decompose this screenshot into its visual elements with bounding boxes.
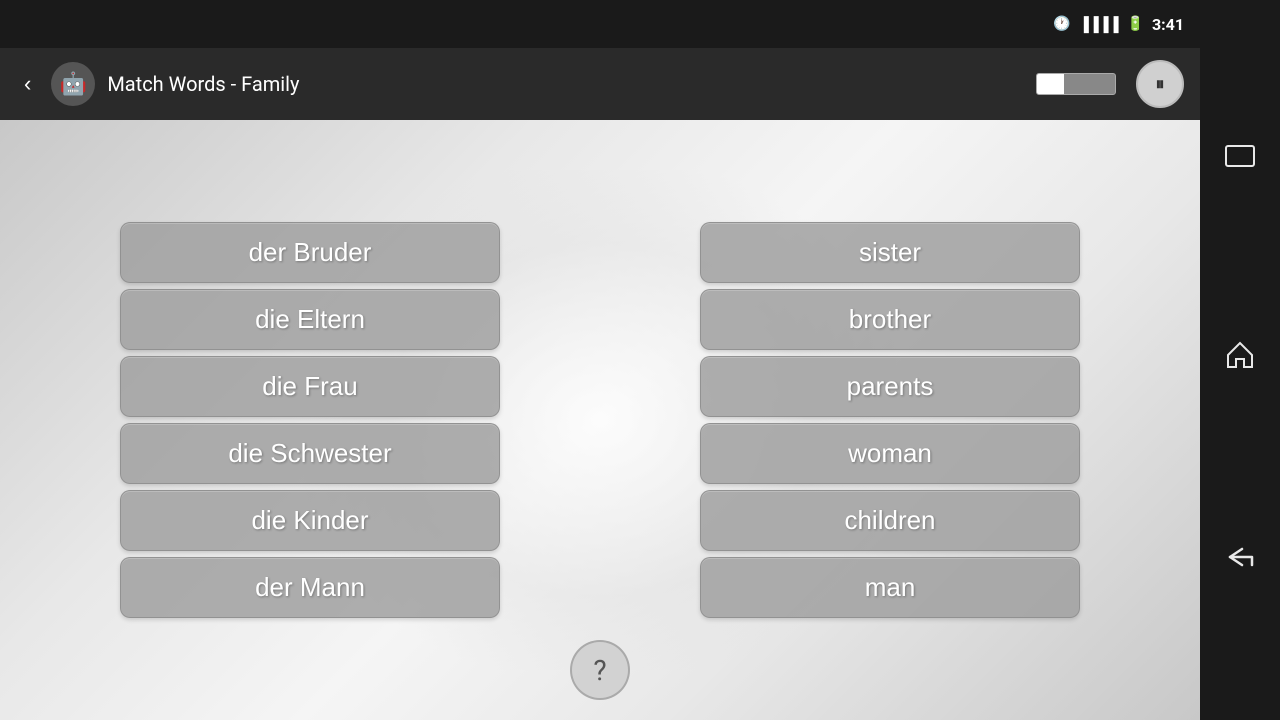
app-icon-emoji: 🤖 (60, 72, 87, 97)
time-display: 3:41 (1152, 15, 1184, 34)
app-title: Match Words - Family (107, 72, 1024, 96)
english-word-button[interactable]: brother (700, 289, 1080, 350)
alarm-icon: 🕐 (1053, 16, 1070, 32)
help-button[interactable]: ? (570, 640, 630, 700)
back-button[interactable]: ‹ (16, 67, 39, 101)
english-word-button[interactable]: sister (700, 222, 1080, 283)
german-word-button[interactable]: die Frau (120, 356, 500, 417)
progress-bar-fill (1037, 74, 1064, 94)
german-word-column: der Bruderdie Elterndie Fraudie Schweste… (120, 222, 500, 618)
game-area: der Bruderdie Elterndie Fraudie Schweste… (0, 120, 1200, 720)
main-area: 🕐 ▐▐▐▐ 🔋 3:41 ‹ 🤖 Match Words - Family ⏸… (0, 0, 1200, 720)
app-icon: 🤖 (51, 62, 95, 106)
pause-button[interactable]: ⏸ (1136, 60, 1184, 108)
home-button[interactable] (1224, 339, 1256, 378)
progress-bar (1036, 73, 1116, 95)
nav-bar: ‹ 🤖 Match Words - Family ⏸ (0, 48, 1200, 120)
german-word-button[interactable]: der Mann (120, 557, 500, 618)
german-word-button[interactable]: der Bruder (120, 222, 500, 283)
english-word-button[interactable]: man (700, 557, 1080, 618)
german-word-button[interactable]: die Schwester (120, 423, 500, 484)
status-bar: 🕐 ▐▐▐▐ 🔋 3:41 (0, 0, 1200, 48)
english-word-column: sisterbrotherparentswomanchildrenman (700, 222, 1080, 618)
signal-icon: ▐▐▐▐ (1079, 16, 1119, 33)
german-word-button[interactable]: die Kinder (120, 490, 500, 551)
battery-icon: 🔋 (1127, 16, 1144, 32)
right-panel (1200, 0, 1280, 720)
pause-icon: ⏸ (1156, 74, 1165, 95)
word-columns: der Bruderdie Elterndie Fraudie Schweste… (30, 140, 1170, 700)
english-word-button[interactable]: woman (700, 423, 1080, 484)
recent-apps-button[interactable] (1224, 142, 1256, 175)
back-nav-button[interactable] (1222, 543, 1258, 578)
german-word-button[interactable]: die Eltern (120, 289, 500, 350)
english-word-button[interactable]: children (700, 490, 1080, 551)
english-word-button[interactable]: parents (700, 356, 1080, 417)
help-icon: ? (593, 654, 606, 687)
